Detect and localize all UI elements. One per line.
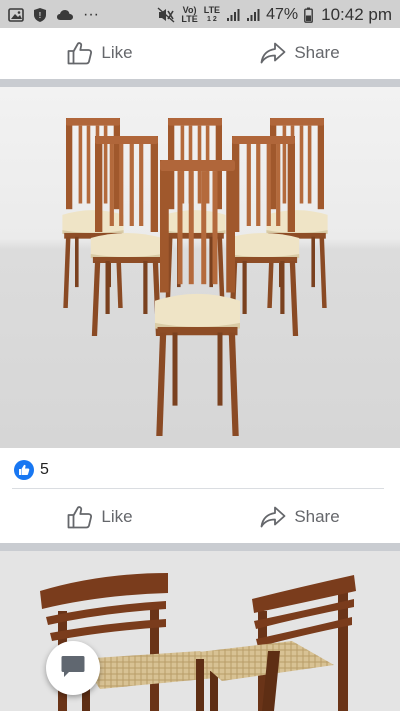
clock: 10:42 pm: [321, 5, 392, 24]
battery-percent: 47%: [266, 6, 299, 23]
share-icon: [260, 42, 286, 64]
like-reaction-icon: [14, 460, 34, 480]
status-bar: ! ··· Vo) LTE LTE 1 2 47% 10:42 pm: [0, 0, 400, 30]
share-label: Share: [294, 507, 340, 526]
like-label: Like: [101, 43, 133, 62]
thumbs-up-icon: [67, 41, 93, 65]
like-button[interactable]: Like: [0, 28, 200, 78]
lte-indicator: LTE 1 2: [203, 5, 221, 24]
shield-icon: !: [33, 7, 47, 23]
share-button[interactable]: Share: [200, 492, 400, 542]
mute-icon: [157, 7, 175, 23]
reaction-count: 5: [40, 461, 49, 478]
cloud-icon: [56, 9, 74, 21]
thumbs-up-icon: [67, 505, 93, 529]
post-divider: [0, 543, 400, 551]
chat-head-button[interactable]: [46, 641, 100, 695]
image-icon: [8, 8, 24, 22]
message-icon: [60, 653, 86, 684]
post2-action-bar: Like Share: [0, 492, 400, 542]
like-label: Like: [101, 507, 133, 526]
like-button[interactable]: Like: [0, 492, 200, 542]
share-button[interactable]: Share: [200, 28, 400, 78]
post1-action-bar: Like Share: [0, 28, 400, 78]
post-divider: [0, 79, 400, 87]
reactions-row[interactable]: 5: [0, 452, 400, 488]
share-icon: [260, 506, 286, 528]
separator-line: [12, 488, 384, 489]
signal-icon: [226, 8, 240, 22]
overflow-dots: ···: [83, 6, 99, 23]
battery-icon: [304, 7, 314, 23]
post2-image[interactable]: [0, 87, 400, 448]
volte-indicator: Vo) LTE: [181, 5, 198, 24]
signal-icon: [246, 8, 260, 22]
share-label: Share: [294, 43, 340, 62]
svg-text:!: !: [39, 11, 42, 20]
